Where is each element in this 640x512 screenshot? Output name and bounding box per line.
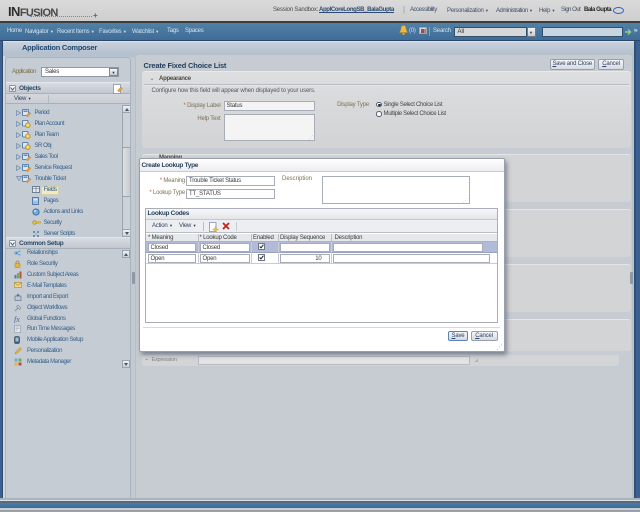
svg-text:fx: fx (14, 315, 20, 323)
